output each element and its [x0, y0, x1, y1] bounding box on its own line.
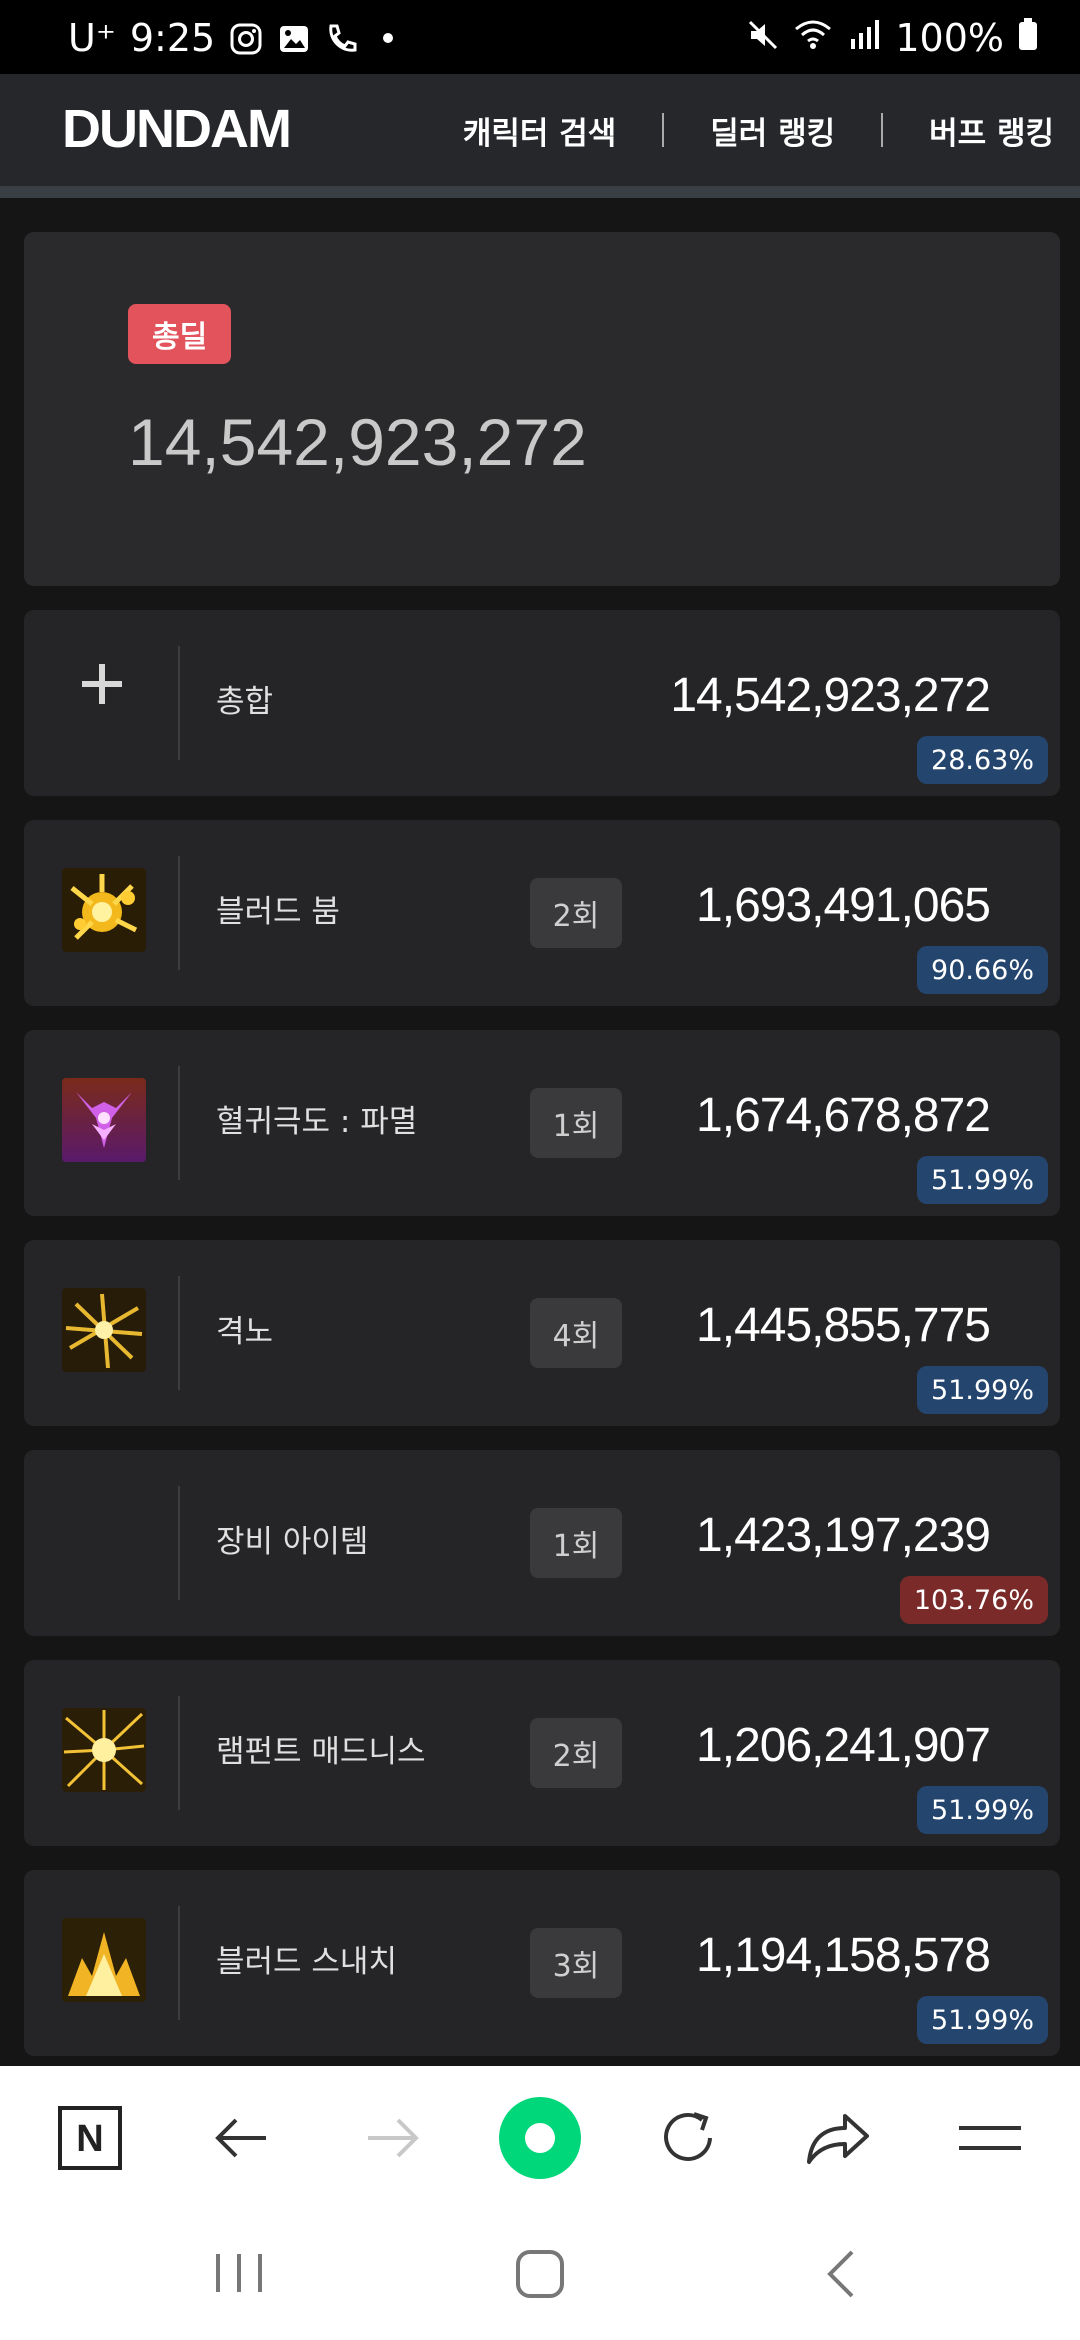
arrow-right-icon [368, 2118, 419, 2158]
skill-hit-count: 1회 [530, 1088, 622, 1158]
battery-icon [1018, 16, 1038, 60]
home-button[interactable] [514, 2248, 566, 2304]
main-nav: 캐릭터 검색 딜러 랭킹 버프 랭킹 [437, 74, 1080, 186]
naver-letter: N [76, 2118, 103, 2160]
menu-button[interactable] [948, 2096, 1032, 2180]
nav-dealer-ranking[interactable]: 딜러 랭킹 [684, 108, 861, 153]
recent-apps-button[interactable] [212, 2248, 266, 2302]
recent-apps-icon [216, 2254, 262, 2292]
skill-name: 블러드 스내치 [216, 1944, 397, 1980]
skill-damage: 1,423,197,239 [696, 1509, 991, 1562]
skill-name: 장비 아이템 [216, 1524, 369, 1560]
forward-button[interactable] [350, 2096, 434, 2180]
battery-percent: 100% [895, 16, 1004, 60]
header-divider [0, 186, 1080, 198]
nav-divider [881, 113, 884, 147]
naver-home-button[interactable]: N [48, 2096, 132, 2180]
skill-row[interactable]: 블러드 스내치 3회 1,194,158,578 51.99% [24, 1870, 1060, 2056]
skill-damage: 1,445,855,775 [696, 1299, 991, 1352]
rampant-madness-skill-icon [62, 1708, 146, 1792]
skill-percent-badge: 103.76% [899, 1576, 1048, 1624]
skill-percent-badge: 51.99% [917, 1786, 1048, 1834]
browser-toolbar: N [0, 2066, 1080, 2210]
site-header: DUNDAM 캐릭터 검색 딜러 랭킹 버프 랭킹 [0, 74, 1080, 186]
skill-percent-badge: 51.99% [917, 1156, 1048, 1204]
nav-divider [662, 113, 665, 147]
mute-icon [747, 16, 779, 60]
skill-name: 혈귀극도 : 파멸 [216, 1104, 418, 1140]
skill-row[interactable]: 블러드 붐 2회 1,693,491,065 90.66% [24, 820, 1060, 1006]
nav-character-search[interactable]: 캐릭터 검색 [437, 108, 642, 153]
skill-damage: 1,674,678,872 [696, 1089, 991, 1142]
skill-hit-count: 2회 [530, 1718, 622, 1788]
total-damage-badge: 총딜 [128, 304, 232, 364]
notification-dot-icon [383, 33, 394, 43]
row-divider [178, 646, 180, 760]
skill-hit-count: 1회 [530, 1508, 622, 1578]
skill-row-total[interactable]: 총합 14,542,923,272 28.63% [24, 610, 1060, 796]
skill-percent-badge: 51.99% [917, 1996, 1048, 2044]
skill-percent-badge: 90.66% [917, 946, 1048, 994]
total-damage-card: 총딜 14,542,923,272 [24, 232, 1060, 586]
skill-row-equipment[interactable]: 장비 아이템 1회 1,423,197,239 103.76% [24, 1450, 1060, 1636]
plus-icon [80, 662, 124, 706]
skill-percent-badge: 28.63% [917, 736, 1048, 784]
blood-snatch-skill-icon [62, 1918, 146, 2002]
fury-skill-icon [62, 1288, 146, 1372]
gallery-icon [277, 21, 311, 55]
nav-buff-ranking[interactable]: 버프 랭킹 [903, 108, 1080, 153]
skill-name: 램펀트 매드니스 [216, 1734, 426, 1770]
skill-row[interactable]: 혈귀극도 : 파멸 1회 1,674,678,872 51.99% [24, 1030, 1060, 1216]
blood-boom-skill-icon [62, 868, 146, 952]
hamburger-icon [959, 2126, 1021, 2150]
row-divider [178, 1066, 180, 1180]
skill-row[interactable]: 격노 4회 1,445,855,775 51.99% [24, 1240, 1060, 1426]
damage-breakdown: 총딜 14,542,923,272 총합 14,542,923,272 28.6… [0, 198, 1080, 2066]
row-divider [178, 1276, 180, 1390]
skill-name: 총합 [216, 684, 274, 720]
back-button[interactable] [200, 2096, 284, 2180]
total-damage-value: 14,542,923,272 [128, 405, 587, 479]
share-icon [807, 2114, 869, 2164]
skill-damage: 1,693,491,065 [696, 879, 991, 932]
chevron-left-icon [827, 2250, 854, 2298]
skill-percent-badge: 51.99% [917, 1366, 1048, 1414]
clock: 9:25 [129, 16, 216, 60]
skill-damage: 1,206,241,907 [696, 1719, 991, 1772]
site-logo[interactable]: DUNDAM [62, 98, 292, 160]
row-divider [178, 1486, 180, 1600]
skill-row[interactable]: 램펀트 매드니스 2회 1,206,241,907 51.99% [24, 1660, 1060, 1846]
skill-damage: 1,194,158,578 [696, 1929, 991, 1982]
skill-hit-count: 3회 [530, 1928, 622, 1998]
call-icon [325, 21, 359, 55]
skill-name: 블러드 붐 [216, 894, 340, 930]
instagram-icon [229, 21, 263, 55]
reload-button[interactable] [646, 2096, 730, 2180]
green-circle-icon [499, 2097, 581, 2179]
skill-hit-count: 2회 [530, 878, 622, 948]
reload-icon [664, 2112, 712, 2161]
home-icon [516, 2250, 564, 2298]
wifi-icon [793, 16, 833, 60]
green-dot-button[interactable] [498, 2096, 582, 2180]
row-divider [178, 1906, 180, 2020]
blood-demon-skill-icon [62, 1078, 146, 1162]
status-bar: U⁺ 9:25 100% [0, 0, 1080, 74]
system-back-button[interactable] [822, 2248, 862, 2304]
carrier-label: U⁺ [68, 16, 116, 60]
skill-damage: 14,542,923,272 [670, 669, 991, 722]
system-nav-bar [0, 2210, 1080, 2340]
arrow-left-icon [215, 2118, 266, 2158]
signal-icon [847, 16, 881, 60]
share-button[interactable] [796, 2096, 880, 2180]
row-divider [178, 856, 180, 970]
skill-hit-count: 4회 [530, 1298, 622, 1368]
row-divider [178, 1696, 180, 1810]
skill-name: 격노 [216, 1314, 274, 1350]
